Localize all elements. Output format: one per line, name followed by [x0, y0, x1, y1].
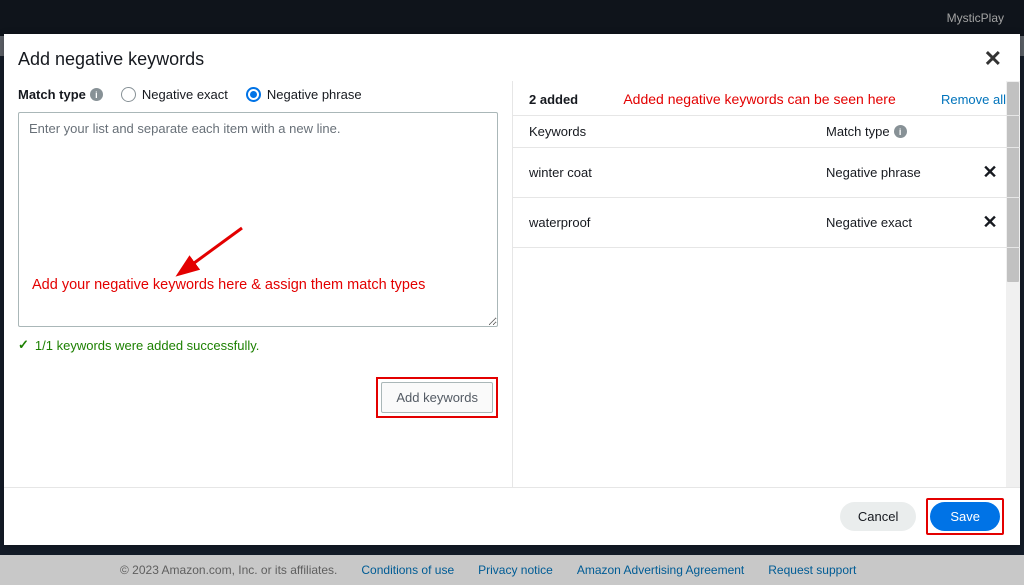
cell-keyword: winter coat	[529, 165, 826, 180]
keywords-table-header: Keywords Match type i	[513, 115, 1020, 148]
annotation-text-right: Added negative keywords can be seen here	[623, 91, 895, 107]
save-button[interactable]: Save	[930, 502, 1000, 531]
radio-icon	[246, 87, 261, 102]
modal-body: Match type i Negative exact Negative phr…	[4, 80, 1020, 487]
table-row: winter coat Negative phrase ✕	[513, 148, 1020, 198]
modal-title: Add negative keywords	[18, 49, 204, 70]
annotation-highlight-box: Add keywords	[376, 377, 498, 418]
left-panel: Match type i Negative exact Negative phr…	[4, 81, 512, 487]
col-header-match: Match type i	[826, 124, 976, 139]
modal-header: Add negative keywords ✕	[4, 34, 1020, 80]
cell-match: Negative exact	[826, 215, 976, 230]
right-panel: 2 added Added negative keywords can be s…	[512, 81, 1020, 487]
radio-negative-phrase[interactable]: Negative phrase	[246, 87, 362, 102]
info-icon[interactable]: i	[894, 125, 907, 138]
cancel-button[interactable]: Cancel	[840, 502, 916, 531]
cell-keyword: waterproof	[529, 215, 826, 230]
table-row: waterproof Negative exact ✕	[513, 198, 1020, 248]
success-message: ✓ 1/1 keywords were added successfully.	[18, 337, 498, 353]
add-negative-keywords-modal: Add negative keywords ✕ Match type i Neg…	[4, 34, 1020, 545]
check-icon: ✓	[18, 337, 29, 353]
remove-all-link[interactable]: Remove all	[941, 92, 1006, 107]
annotation-highlight-box: Save	[926, 498, 1004, 535]
cell-match: Negative phrase	[826, 165, 976, 180]
add-button-row: Add keywords	[18, 377, 498, 418]
info-icon[interactable]: i	[90, 88, 103, 101]
remove-row-icon[interactable]: ✕	[982, 212, 997, 232]
remove-row-icon[interactable]: ✕	[982, 162, 997, 182]
radio-negative-exact[interactable]: Negative exact	[121, 87, 228, 102]
close-icon[interactable]: ✕	[984, 48, 1002, 70]
match-type-label: Match type i	[18, 87, 103, 102]
radio-icon	[121, 87, 136, 102]
modal-footer: Cancel Save	[4, 487, 1020, 545]
added-count-label: 2 added	[529, 92, 578, 107]
keywords-textarea[interactable]	[18, 112, 498, 327]
match-type-row: Match type i Negative exact Negative phr…	[18, 87, 498, 102]
col-header-keywords: Keywords	[529, 124, 826, 139]
add-keywords-button[interactable]: Add keywords	[381, 382, 493, 413]
added-header: 2 added Added negative keywords can be s…	[513, 81, 1020, 115]
